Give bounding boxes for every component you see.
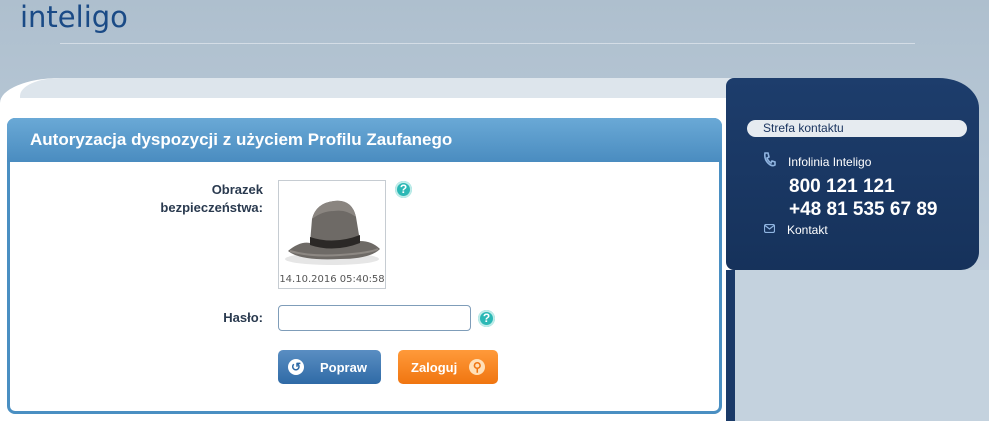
- back-arrow-icon: ↺: [288, 359, 304, 375]
- security-image-timestamp: 14.10.2016 05:40:58: [279, 274, 385, 285]
- password-field[interactable]: [278, 305, 471, 331]
- password-label: Hasło:: [223, 310, 263, 325]
- phone-number-domestic: 800 121 121: [789, 176, 895, 197]
- envelope-icon: [763, 223, 776, 236]
- hotline-label: Infolinia Inteligo: [788, 155, 872, 169]
- security-image: 14.10.2016 05:40:58: [278, 180, 386, 289]
- header-divider: [60, 43, 915, 44]
- inteligo-logo[interactable]: inteligo: [20, 0, 128, 34]
- question-circle-icon[interactable]: ?: [478, 310, 495, 327]
- contact-link-label[interactable]: Kontakt: [787, 223, 828, 237]
- key-icon: ⚲: [469, 359, 486, 375]
- right-background: [735, 270, 989, 421]
- phone-icon: [762, 152, 778, 172]
- hotline-row: Infolinia Inteligo: [762, 152, 871, 172]
- contact-zone-title: Strefa kontaktu: [747, 120, 967, 137]
- contact-panel: [726, 78, 979, 270]
- question-circle-icon[interactable]: ?: [395, 181, 412, 198]
- phone-number-international: +48 81 535 67 89: [789, 199, 938, 220]
- fix-button-label: Popraw: [320, 359, 367, 375]
- login-button[interactable]: Zaloguj ⚲: [398, 350, 498, 384]
- content-top-band: [20, 78, 735, 98]
- security-image-label: Obrazek bezpieczeństwa:: [160, 182, 263, 215]
- hat-image: [285, 200, 380, 265]
- contact-link[interactable]: Kontakt: [763, 223, 828, 237]
- page-title: Autoryzacja dyspozycji z użyciem Profilu…: [7, 118, 722, 162]
- contact-panel-strip: [726, 270, 735, 421]
- fix-button[interactable]: ↺ Popraw: [278, 350, 381, 384]
- login-button-label: Zaloguj: [411, 359, 458, 375]
